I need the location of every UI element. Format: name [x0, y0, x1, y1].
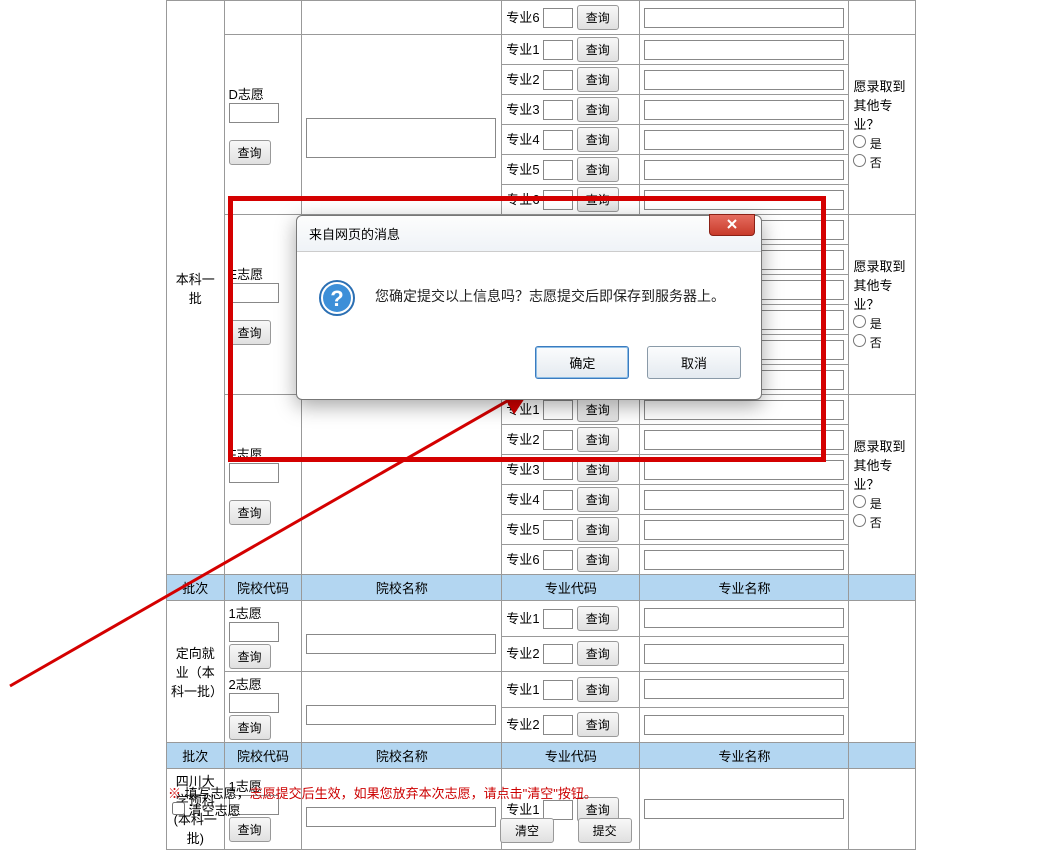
major-input[interactable]	[543, 520, 573, 540]
submit-button[interactable]: 提交	[578, 818, 632, 843]
major-name-input[interactable]	[644, 40, 844, 60]
major-input[interactable]	[543, 400, 573, 420]
major-input[interactable]	[543, 460, 573, 480]
batch-cell-benke1: 本科一批	[167, 1, 225, 575]
query-button[interactable]: 查询	[577, 127, 619, 152]
major-input[interactable]	[543, 644, 573, 664]
dialog-ok-button[interactable]: 确定	[535, 346, 629, 379]
query-button[interactable]: 查询	[229, 140, 271, 165]
school-code-input[interactable]	[229, 283, 279, 303]
school-name-input[interactable]	[306, 705, 496, 725]
query-button[interactable]: 查询	[229, 500, 271, 525]
batch-cell-dingxiang: 定向就业（本科一批）	[167, 601, 225, 743]
query-button[interactable]: 查询	[229, 817, 271, 842]
school-code-input[interactable]	[229, 463, 279, 483]
clear-button[interactable]: 清空	[500, 818, 554, 843]
radio-no[interactable]	[853, 334, 866, 347]
major-input[interactable]	[543, 130, 573, 150]
dialog-cancel-button[interactable]: 取消	[647, 346, 741, 379]
school-code-input[interactable]	[229, 622, 279, 642]
radio-yes[interactable]	[853, 135, 866, 148]
radio-no[interactable]	[853, 154, 866, 167]
query-button[interactable]: 查询	[577, 187, 619, 212]
major-input[interactable]	[543, 70, 573, 90]
major-input[interactable]	[543, 160, 573, 180]
query-button[interactable]: 查询	[577, 97, 619, 122]
query-button[interactable]: 查询	[577, 157, 619, 182]
school-name-input[interactable]	[306, 118, 496, 158]
school-name-input[interactable]	[306, 807, 496, 827]
major-input[interactable]	[543, 715, 573, 735]
question-icon: ?	[319, 280, 355, 316]
major-input-6[interactable]	[543, 8, 573, 28]
major-input[interactable]	[543, 609, 573, 629]
volunteer-form-table: 本科一批 专业6 查询 D志愿 查询 专业1 查询 愿录取到其他专业？ 是 否 …	[166, 0, 916, 850]
dialog-close-button[interactable]	[709, 214, 755, 236]
major-input[interactable]	[543, 490, 573, 510]
major-name-input[interactable]	[644, 100, 844, 120]
dialog-titlebar: 来自网页的消息	[297, 216, 761, 252]
radio-yes[interactable]	[853, 495, 866, 508]
query-button[interactable]: 查询	[229, 320, 271, 345]
query-button[interactable]: 查询	[577, 67, 619, 92]
major-name-input[interactable]	[644, 70, 844, 90]
query-button[interactable]: 查询	[577, 37, 619, 62]
major-input[interactable]	[543, 680, 573, 700]
major-name-input[interactable]	[644, 130, 844, 150]
major-input[interactable]	[543, 100, 573, 120]
school-code-input[interactable]	[229, 693, 279, 713]
header-row-sichuan: 批次 院校代码 院校名称 专业代码 专业名称	[167, 743, 916, 769]
query-button[interactable]: 查询	[229, 715, 271, 740]
school-code-input[interactable]	[229, 103, 279, 123]
major-input[interactable]	[543, 190, 573, 210]
wish-label-f: F志愿	[229, 447, 263, 462]
major-input[interactable]	[543, 430, 573, 450]
major-input[interactable]	[543, 550, 573, 570]
query-button[interactable]: 查询	[577, 5, 619, 30]
major-name-input[interactable]	[644, 160, 844, 180]
radio-yes[interactable]	[853, 315, 866, 328]
header-row-dingxiang: 批次 院校代码 院校名称 专业代码 专业名称	[167, 575, 916, 601]
svg-text:?: ?	[330, 286, 343, 311]
major-input[interactable]	[543, 800, 573, 820]
confirm-dialog: 来自网页的消息 ? 您确定提交以上信息吗？志愿提交后即保存到服务器上。 确定 取…	[296, 215, 762, 400]
clear-wish-checkbox[interactable]	[172, 802, 185, 815]
dialog-message: 您确定提交以上信息吗？志愿提交后即保存到服务器上。	[375, 280, 725, 306]
wish-label-e: E志愿	[229, 267, 264, 282]
close-icon	[725, 217, 739, 231]
query-button[interactable]: 查询	[229, 644, 271, 669]
radio-no[interactable]	[853, 514, 866, 527]
school-name-input[interactable]	[306, 634, 496, 654]
clear-wish-label: 清空志愿	[189, 803, 241, 818]
major-name-input[interactable]	[644, 400, 844, 420]
major-input[interactable]	[543, 40, 573, 60]
dialog-title-text: 来自网页的消息	[309, 227, 400, 242]
wish-label-d: D志愿	[229, 87, 264, 102]
major-name-input[interactable]	[644, 190, 844, 210]
major-name-input[interactable]	[644, 8, 844, 28]
